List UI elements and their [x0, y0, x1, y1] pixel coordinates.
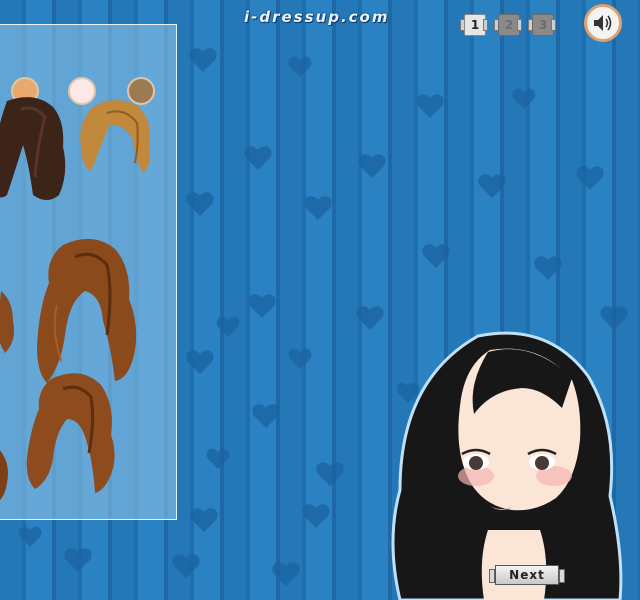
game-stage: i-dressup.com 1 2 3 Next	[0, 0, 640, 600]
heart-icon	[64, 548, 92, 572]
heart-icon	[248, 294, 276, 318]
next-button[interactable]: Next	[489, 565, 565, 585]
page-navigation: 1 2 3	[460, 13, 556, 36]
heart-icon	[190, 508, 218, 532]
button-cap-right	[559, 569, 565, 583]
heart-icon	[186, 350, 214, 374]
hair-option-auburn-partial-2[interactable]	[0, 445, 13, 505]
heart-icon	[206, 448, 230, 469]
model-character	[391, 331, 623, 600]
next-button-label: Next	[495, 565, 559, 585]
hair-selection-panel	[0, 24, 177, 520]
hair-option-dark-brown-long[interactable]	[0, 95, 71, 207]
page-tab-3[interactable]: 3	[528, 13, 556, 36]
heart-icon	[358, 154, 386, 178]
heart-icon	[316, 462, 344, 486]
heart-icon	[422, 244, 450, 268]
heart-icon	[216, 316, 240, 337]
page-tab-2[interactable]: 2	[494, 13, 522, 36]
tab-cap-right	[517, 19, 522, 31]
heart-icon	[478, 174, 506, 198]
tab-cap-right	[551, 19, 556, 31]
heart-icon	[288, 56, 312, 77]
heart-icon	[534, 256, 562, 280]
site-logo[interactable]: i-dressup.com	[244, 8, 389, 26]
heart-icon	[576, 166, 604, 190]
heart-icon	[252, 404, 280, 428]
hair-option-auburn-partial-1[interactable]	[0, 285, 19, 355]
hair-option-auburn-medium-wavy[interactable]	[25, 371, 121, 497]
heart-icon	[356, 306, 384, 330]
sound-toggle-button[interactable]	[584, 4, 622, 42]
heart-icon	[172, 554, 200, 578]
heart-icon	[416, 94, 444, 118]
heart-icon	[18, 526, 42, 547]
heart-icon	[189, 48, 217, 72]
tab-cap-right	[483, 19, 488, 31]
speaker-icon	[594, 15, 612, 31]
hair-option-auburn-long-wavy[interactable]	[33, 235, 143, 383]
hair-option-golden-wavy[interactable]	[77, 97, 157, 177]
heart-icon	[512, 88, 536, 109]
heart-icon	[186, 192, 214, 216]
heart-icon	[304, 196, 332, 220]
heart-icon	[272, 562, 300, 586]
heart-icon	[302, 504, 330, 528]
heart-icon	[600, 306, 628, 330]
page-tab-1[interactable]: 1	[460, 13, 488, 36]
heart-icon	[244, 146, 272, 170]
heart-icon	[288, 348, 312, 369]
